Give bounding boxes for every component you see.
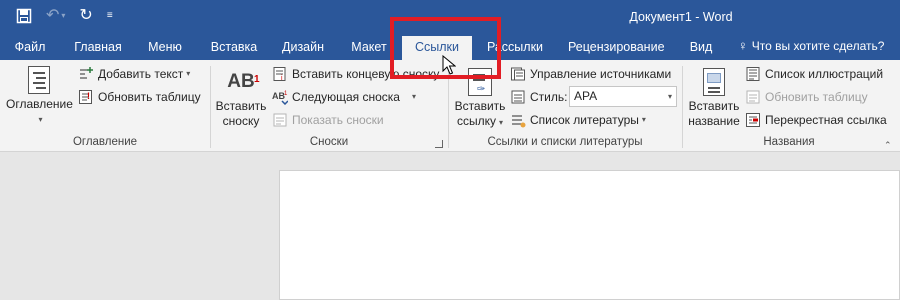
update-table-label: Обновить таблицу xyxy=(98,90,201,104)
mouse-cursor-icon xyxy=(442,55,456,75)
tab-home[interactable]: Главная xyxy=(74,38,122,60)
endnote-icon: i xyxy=(272,66,288,82)
insert-caption-button[interactable]: Вставить название xyxy=(686,68,742,129)
table-of-figures-button[interactable]: Список иллюстраций xyxy=(745,64,883,84)
add-text-button[interactable]: Добавить текст ▾ xyxy=(78,64,190,84)
captions-group-label: Названия xyxy=(763,136,815,148)
add-text-label: Добавить текст xyxy=(98,67,184,81)
caption-icon xyxy=(703,68,725,96)
toc-button[interactable]: Оглавление ▾ xyxy=(6,66,73,127)
bibliography-icon xyxy=(510,112,526,128)
insert-caption-label-1: Вставить xyxy=(688,99,740,113)
bibliography-button[interactable]: Список литературы ▾ xyxy=(510,110,646,130)
toc-button-label: Оглавление xyxy=(6,97,73,111)
style-label-row: Стиль: xyxy=(510,87,567,107)
chevron-down-icon: ▾ xyxy=(499,118,504,127)
tell-me-text: Что вы хотите сделать? xyxy=(751,39,885,53)
tab-design[interactable]: Дизайн xyxy=(282,38,324,60)
update-table-icon: ! xyxy=(78,89,94,105)
chevron-down-icon: ▾ xyxy=(38,115,43,124)
insert-citation-label-2: ссылку xyxy=(456,114,496,128)
dialog-launcher-icon[interactable] xyxy=(435,140,443,148)
next-footnote-icon: AB 1 xyxy=(272,89,289,106)
document-page[interactable] xyxy=(279,170,900,300)
style-icon xyxy=(510,89,526,105)
insert-footnote-button[interactable]: AB 1 Вставить сноску xyxy=(214,68,268,129)
manage-sources-icon xyxy=(510,66,526,82)
collapse-ribbon-icon[interactable]: ⌃ xyxy=(884,140,892,151)
tell-me-search[interactable]: ♀ Что вы хотите сделать? xyxy=(738,38,884,53)
style-label: Стиль: xyxy=(530,90,568,104)
tab-view[interactable]: Вид xyxy=(689,38,713,60)
next-footnote-button[interactable]: AB 1 Следующая сноска ▾ xyxy=(272,87,416,107)
cross-reference-icon xyxy=(745,112,761,128)
table-of-figures-label: Список иллюстраций xyxy=(765,67,884,81)
update-table-button[interactable]: ! Обновить таблицу xyxy=(78,87,201,107)
citation-style-value: APA xyxy=(574,89,598,103)
footnotes-group-label: Сноски xyxy=(309,136,349,148)
chevron-down-icon: ▾ xyxy=(641,115,646,124)
toc-icon xyxy=(28,66,50,94)
cross-reference-label: Перекрестная ссылка xyxy=(765,113,887,127)
update-figures-table-button[interactable]: Обновить таблицу xyxy=(745,87,868,107)
insert-footnote-label-2: сноску xyxy=(222,114,260,128)
citations-group-label: Ссылки и списки литературы xyxy=(487,136,643,148)
lightbulb-icon: ♀ xyxy=(738,38,748,53)
tab-layout[interactable]: Макет xyxy=(350,38,388,60)
tab-file[interactable]: Файл xyxy=(14,38,46,60)
footnote-ab-icon: AB 1 xyxy=(227,71,260,92)
chevron-down-icon: ▾ xyxy=(186,69,191,78)
tab-review[interactable]: Рецензирование xyxy=(568,38,665,60)
insert-caption-label-2: название xyxy=(688,114,740,128)
bibliography-label: Список литературы xyxy=(530,113,639,127)
cross-reference-button[interactable]: Перекрестная ссылка xyxy=(745,110,887,130)
table-of-figures-icon xyxy=(745,66,761,82)
show-notes-button[interactable]: Показать сноски xyxy=(272,110,384,130)
svg-text:1: 1 xyxy=(284,91,288,97)
toc-group-label: Оглавление xyxy=(72,136,138,148)
manage-sources-label: Управление источниками xyxy=(530,67,672,81)
chevron-down-icon: ▾ xyxy=(411,92,416,101)
update-figures-label: Обновить таблицу xyxy=(765,90,868,104)
svg-text:!: ! xyxy=(87,91,90,101)
insert-citation-label-1: Вставить xyxy=(454,99,506,113)
add-text-icon xyxy=(78,66,94,82)
tab-menu[interactable]: Меню xyxy=(146,38,184,60)
tab-insert[interactable]: Вставка xyxy=(210,38,258,60)
update-figures-icon xyxy=(745,89,761,105)
insert-footnote-label-1: Вставить xyxy=(215,99,267,113)
manage-sources-button[interactable]: Управление источниками xyxy=(510,64,671,84)
next-footnote-label: Следующая сноска xyxy=(292,90,400,104)
chevron-down-icon: ▾ xyxy=(667,92,672,101)
show-notes-icon xyxy=(272,112,288,128)
show-notes-label: Показать сноски xyxy=(292,113,384,127)
citation-style-select[interactable]: APA ▾ xyxy=(569,86,677,107)
